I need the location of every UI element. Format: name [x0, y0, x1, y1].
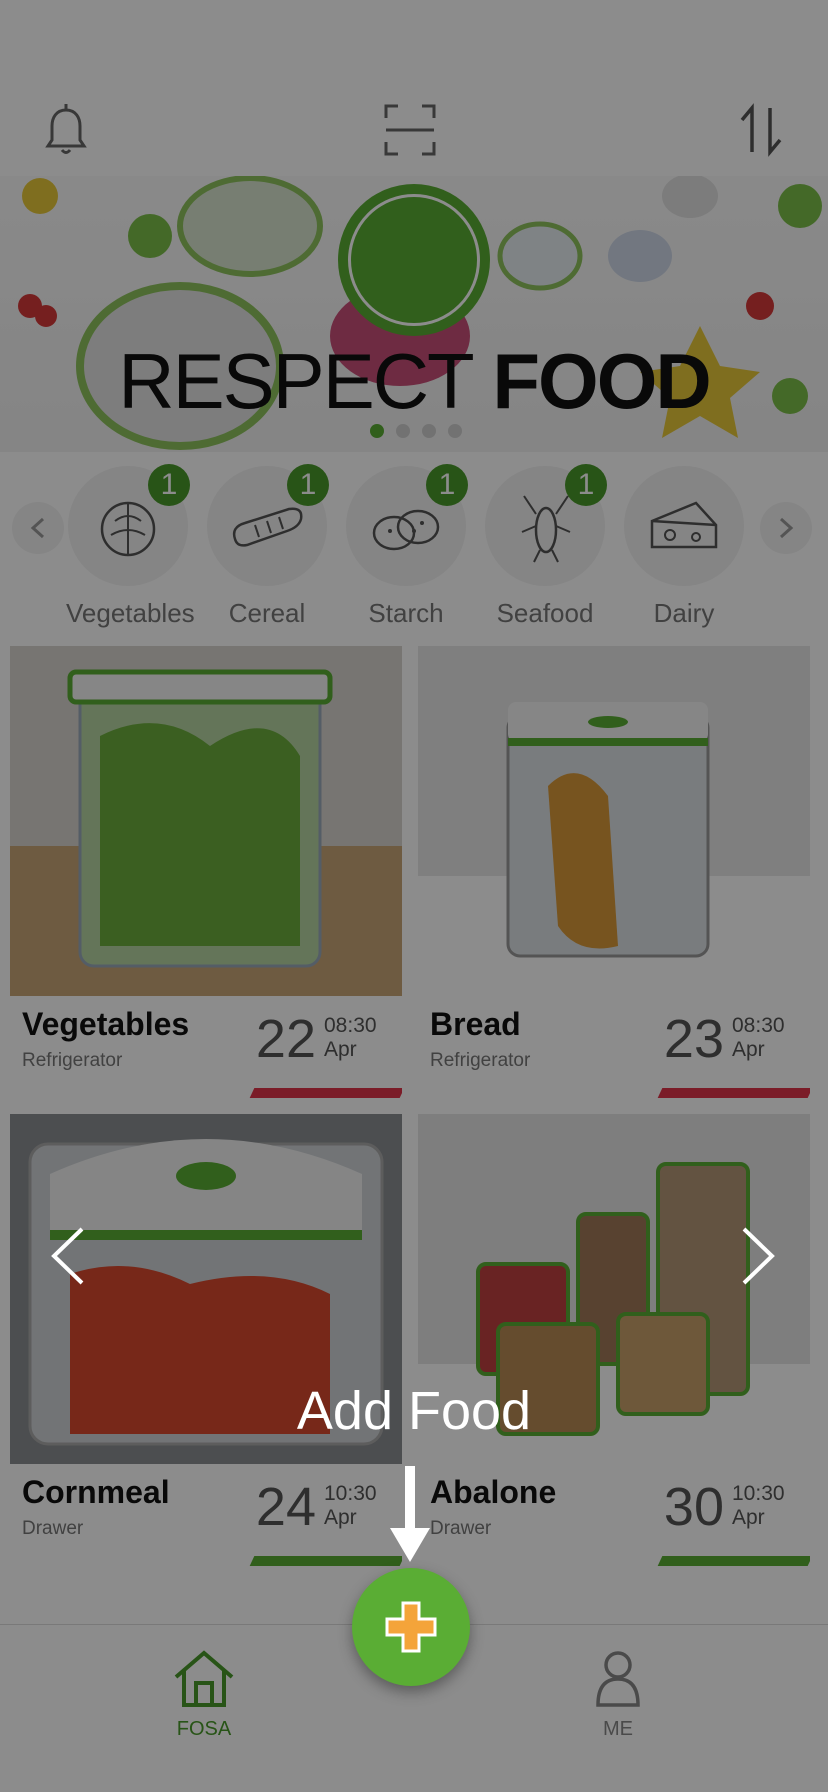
category-prev-button[interactable] — [12, 502, 64, 554]
nav-home[interactable]: FOSA — [144, 1649, 264, 1741]
category-label: Dairy — [653, 598, 715, 628]
food-location: Refrigerator — [430, 1050, 531, 1071]
category-count-badge: 1 — [426, 464, 468, 506]
category-cereal[interactable]: 1 Cereal — [205, 464, 329, 629]
down-arrow-icon — [390, 1466, 430, 1562]
banner-dots — [370, 424, 462, 438]
lettuce-icon — [100, 501, 156, 557]
promo-banner[interactable]: RESPECT FOOD — [0, 176, 828, 452]
category-icon-wrap — [624, 466, 744, 586]
category-count-badge: 1 — [148, 464, 190, 506]
tutorial-chevron-right-icon[interactable] — [738, 1225, 778, 1287]
sort-arrows-icon[interactable] — [732, 100, 792, 160]
category-starch[interactable]: 1 Starch — [344, 464, 468, 629]
person-icon — [596, 1651, 640, 1707]
food-day: 24 — [255, 1477, 316, 1537]
freshness-bar — [657, 1088, 810, 1098]
category-icon-wrap: 1 — [346, 464, 468, 586]
fosa-logo-ring — [348, 194, 480, 326]
food-card[interactable]: Cornmeal Drawer 24 10:30 Apr — [10, 1114, 402, 1568]
category-label: Cereal — [228, 598, 306, 628]
food-name: Bread — [430, 1006, 521, 1042]
food-name: Cornmeal — [22, 1474, 170, 1510]
nav-me[interactable]: ME — [558, 1649, 678, 1741]
home-icon — [174, 1650, 234, 1707]
cheese-icon — [650, 501, 718, 549]
food-location: Drawer — [430, 1518, 492, 1539]
food-day: 30 — [663, 1477, 724, 1537]
food-month: Apr — [324, 1038, 357, 1061]
category-label: Seafood — [496, 598, 594, 628]
food-time: 08:30 — [732, 1014, 785, 1037]
food-time: 10:30 — [732, 1482, 785, 1505]
category-count-badge: 1 — [287, 464, 329, 506]
category-label: Vegetables — [66, 598, 195, 628]
banner-dot[interactable] — [422, 424, 436, 438]
category-icon-wrap: 1 — [68, 464, 190, 586]
banner-tagline: RESPECT FOOD — [0, 336, 828, 427]
food-time: 10:30 — [324, 1482, 377, 1505]
food-month: Apr — [324, 1506, 357, 1529]
food-day: 22 — [255, 1009, 316, 1069]
tutorial-label: Add Food — [296, 1381, 532, 1441]
food-name: Abalone — [430, 1474, 557, 1510]
food-location: Drawer — [22, 1518, 84, 1539]
food-time: 08:30 — [324, 1014, 377, 1037]
food-day: 23 — [663, 1009, 724, 1069]
category-icon-wrap: 1 — [485, 464, 607, 586]
freshness-bar — [249, 1088, 402, 1098]
category-dairy[interactable]: Dairy — [622, 466, 746, 629]
nav-me-label: ME — [603, 1718, 633, 1740]
freshness-bar — [657, 1556, 810, 1566]
fosa-logo — [338, 184, 490, 336]
banner-dot[interactable] — [396, 424, 410, 438]
food-location: Refrigerator — [22, 1050, 123, 1071]
chevron-right-icon — [779, 517, 794, 539]
food-month: Apr — [732, 1506, 765, 1529]
banner-dot[interactable] — [448, 424, 462, 438]
banner-dot[interactable] — [370, 424, 384, 438]
food-name: Vegetables — [22, 1006, 190, 1042]
tagline-light: RESPECT — [118, 337, 474, 425]
add-food-button[interactable] — [352, 1568, 470, 1686]
food-photo — [418, 646, 810, 996]
category-next-button[interactable] — [760, 502, 812, 554]
tutorial-chevron-left-icon[interactable] — [48, 1225, 88, 1287]
plus-icon — [385, 1601, 437, 1653]
freshness-bar — [249, 1556, 402, 1566]
food-card[interactable]: Vegetables Refrigerator 22 08:30 Apr — [10, 646, 402, 1100]
nav-home-label: FOSA — [176, 1718, 232, 1740]
food-card[interactable]: Bread Refrigerator 23 08:30 Apr — [418, 646, 810, 1100]
category-icon-wrap: 1 — [207, 464, 329, 586]
bell-icon[interactable] — [36, 100, 96, 160]
category-seafood[interactable]: 1 Seafood — [483, 464, 607, 629]
category-label: Starch — [368, 598, 444, 628]
top-bar — [0, 0, 828, 176]
food-month: Apr — [732, 1038, 765, 1061]
category-vegetables[interactable]: 1 Vegetables — [66, 464, 195, 629]
food-photo — [10, 646, 402, 996]
tagline-bold: FOOD — [492, 337, 711, 425]
food-card[interactable]: Abalone Drawer 30 10:30 Apr — [418, 1114, 810, 1568]
category-count-badge: 1 — [565, 464, 607, 506]
scan-icon[interactable] — [380, 100, 440, 160]
chevron-left-icon — [30, 517, 45, 539]
category-strip: 1 Vegetables 1 Cereal 1 Starch 1 Seafood… — [0, 452, 828, 636]
